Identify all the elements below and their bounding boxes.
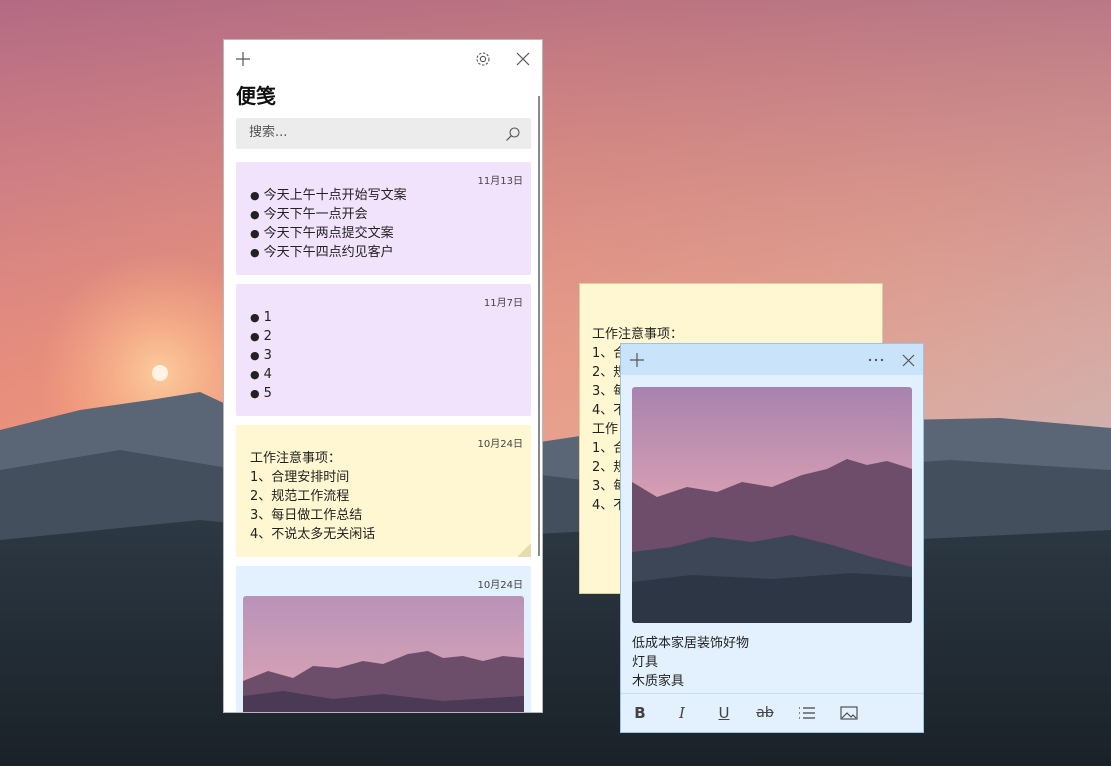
list-item: 今天下午一点开会	[250, 205, 407, 224]
search-input[interactable]	[247, 124, 501, 141]
underline-button[interactable]: U	[713, 702, 735, 724]
mountain-image	[632, 387, 912, 623]
note-text: 工作注意事项： 1、合理安排时间 2、规范工作流程 3、每日做工作总结 4、不说…	[250, 449, 375, 544]
note-date: 11月13日	[477, 176, 523, 187]
note-line: 木质家具	[632, 674, 685, 689]
note-list: 1 2 3 4 5	[250, 308, 272, 403]
gear-icon[interactable]	[471, 47, 495, 71]
note-line: 工作注意事项：	[250, 451, 342, 466]
page-fold-icon	[517, 543, 531, 557]
list-item: 4	[250, 365, 272, 384]
list-item: 3	[250, 346, 272, 365]
scrollbar[interactable]	[538, 96, 540, 556]
list-item: 今天上午十点开始写文案	[250, 186, 407, 205]
note-line: 灯具	[632, 655, 659, 670]
search-box	[236, 118, 531, 149]
note-card[interactable]: 11月7日 1 2 3 4 5	[236, 284, 531, 416]
plus-icon[interactable]	[625, 348, 649, 372]
note-line: 4、不说太多无关闲话	[250, 527, 376, 542]
note-card[interactable]: 10月24日	[236, 566, 531, 712]
bullet-list-button[interactable]	[796, 702, 818, 724]
list-item: 1	[250, 308, 272, 327]
close-icon[interactable]	[511, 47, 535, 71]
more-icon[interactable]	[864, 348, 888, 372]
note-date: 11月7日	[483, 298, 523, 309]
list-item: 今天下午四点约见客户	[250, 243, 407, 262]
note-line: 1、合理安排时间	[250, 470, 350, 485]
note-card[interactable]: 11月13日 今天上午十点开始写文案 今天下午一点开会 今天下午两点提交文案 今…	[236, 162, 531, 275]
sticky-notes-list-window: 便笺 11月13日 今天上午十点开始写文案 今天下午一点开会 今天下午两点提交文…	[223, 39, 543, 713]
note-date: 10月24日	[477, 439, 523, 450]
italic-button[interactable]: I	[671, 702, 693, 724]
note-line: 工作注意事项：	[592, 327, 684, 342]
plus-icon[interactable]	[231, 47, 255, 71]
note-line: 3、每日做工作总结	[250, 508, 363, 523]
mountain-image	[243, 596, 524, 712]
list-icon	[799, 707, 815, 719]
note-text[interactable]: 低成本家居装饰好物 灯具 木质家具	[632, 634, 749, 691]
list-item: 今天下午两点提交文案	[250, 224, 407, 243]
note-date: 10月24日	[477, 580, 523, 591]
format-toolbar: B I U ab	[621, 693, 923, 732]
page-title: 便笺	[236, 84, 276, 108]
list-item: 2	[250, 327, 272, 346]
bold-button[interactable]: B	[629, 702, 651, 724]
note-line: 低成本家居装饰好物	[632, 636, 750, 651]
image-icon	[840, 706, 858, 720]
list-window-titlebar	[224, 40, 542, 78]
search-icon[interactable]	[501, 122, 525, 146]
note-line: 2、规范工作流程	[250, 489, 350, 504]
close-icon[interactable]	[896, 348, 920, 372]
list-item: 5	[250, 384, 272, 403]
note-card[interactable]: 10月24日 工作注意事项： 1、合理安排时间 2、规范工作流程 3、每日做工作…	[236, 425, 531, 557]
strikethrough-button[interactable]: ab	[754, 702, 776, 724]
blue-note-window[interactable]: 低成本家居装饰好物 灯具 木质家具 B I U ab	[620, 343, 924, 733]
desktop-wallpaper	[0, 0, 1111, 766]
note-list: 今天上午十点开始写文案 今天下午一点开会 今天下午两点提交文案 今天下午四点约见…	[250, 186, 407, 262]
note-titlebar[interactable]	[621, 344, 923, 375]
insert-image-button[interactable]	[838, 702, 860, 724]
